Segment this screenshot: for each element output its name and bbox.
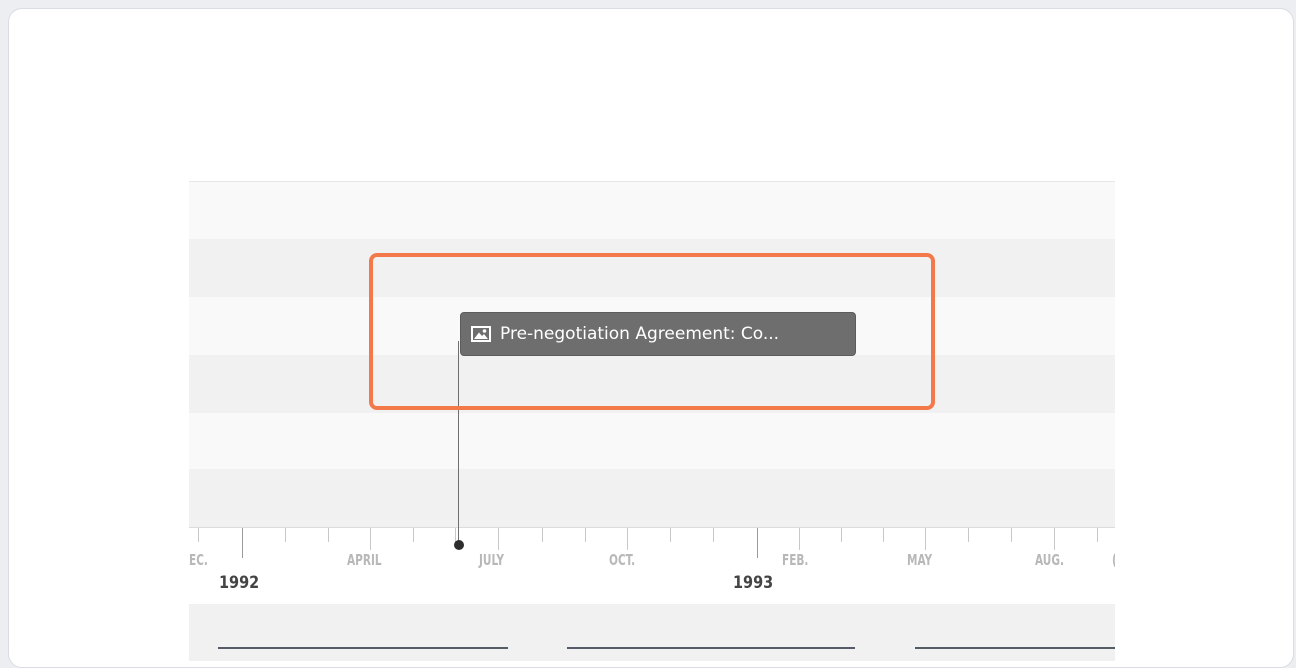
month-label: JULY [479,551,504,569]
axis-tick [198,528,199,542]
era-bar[interactable] [567,647,855,649]
axis-tick [413,528,414,542]
month-label: FEB. [782,551,809,569]
era-row [189,604,1115,661]
axis-tick [883,528,884,542]
axis-tick [1054,528,1055,550]
axis-tick [585,528,586,542]
axis-tick [627,528,628,550]
highlight-box [369,253,935,410]
event-date-marker[interactable] [454,540,464,550]
month-label: EC. [189,551,208,569]
axis-tick [242,528,243,558]
month-label: APRIL [347,551,382,569]
era-bar[interactable] [218,647,508,649]
axis-tick [498,528,499,550]
axis-tick [1011,528,1012,542]
axis-tick [968,528,969,542]
axis-tick [799,528,800,550]
axis-tick [370,528,371,550]
year-label: 1992 [219,573,260,593]
month-label: MAY [907,551,933,569]
axis-tick [713,528,714,542]
axis-tick [841,528,842,542]
axis-tick [757,528,758,558]
era-bar[interactable] [915,647,1115,649]
month-label: AUG. [1035,551,1064,569]
axis-tick [1097,528,1098,542]
axis-tick [925,528,926,550]
axis-tick [285,528,286,542]
screenshot-card: EC. APRIL JULY OCT. FEB. MAY AUG. ( 1992… [8,8,1294,668]
axis-tick [328,528,329,542]
timeline-row [189,181,1115,240]
timeline-row [189,413,1115,469]
timeline-row [189,469,1115,527]
month-label: OCT. [609,551,636,569]
month-label: ( [1112,551,1115,569]
axis-tick [670,528,671,542]
axis-tick [542,528,543,542]
year-label: 1993 [733,573,774,593]
